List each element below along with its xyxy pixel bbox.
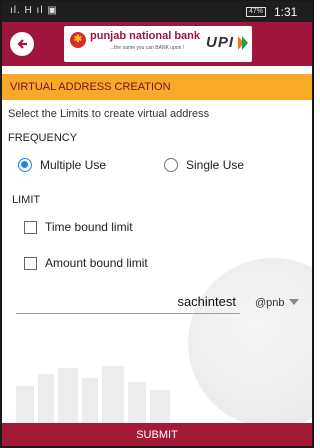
arrow-left-icon: [17, 39, 27, 49]
signal-icons: ıl. H ıl ▣: [10, 5, 58, 16]
battery-indicator: 47%: [246, 7, 266, 17]
checkbox-time-bound[interactable]: Time bound limit: [24, 220, 133, 234]
checkbox-amount-bound[interactable]: Amount bound limit: [24, 256, 148, 270]
submit-button[interactable]: SUBMIT: [2, 423, 312, 446]
brand-name: punjab national bank: [90, 30, 201, 42]
globe-watermark: [188, 258, 312, 428]
radio-label: Single Use: [186, 158, 245, 172]
upi-arrows-icon: [238, 36, 248, 50]
app-frame: ıl. H ıl ▣ 47% 1:31 PM ✱ punjab national…: [0, 0, 314, 448]
radio-label: Multiple Use: [40, 158, 107, 172]
instruction-text: Select the Limits to create virtual addr…: [8, 108, 210, 120]
limit-label: LIMIT: [12, 194, 41, 206]
skyline-watermark: [16, 362, 186, 426]
pnb-emblem-icon: ✱: [70, 32, 86, 48]
triangle-down-icon[interactable]: [289, 299, 299, 305]
radio-button-checked[interactable]: [18, 158, 32, 172]
brand-tagline: ...the name you can BANK upon !: [110, 45, 185, 51]
clock-time: 1:31: [274, 5, 298, 19]
bank-logo: ✱ punjab national bank ...the name you c…: [64, 26, 252, 62]
checkbox-label: Amount bound limit: [45, 256, 148, 270]
back-button[interactable]: [10, 32, 34, 56]
radio-single-use[interactable]: Single Use: [164, 158, 244, 172]
upi-logo: UPI: [206, 34, 235, 51]
checkbox[interactable]: [24, 256, 37, 270]
radio-button-unchecked[interactable]: [164, 158, 178, 172]
vpa-domain-select[interactable]: @pnb: [255, 297, 285, 309]
checkbox-label: Time bound limit: [45, 220, 133, 234]
frequency-label: FREQUENCY: [8, 132, 78, 144]
vpa-input[interactable]: sachintest: [16, 292, 240, 314]
app-header: ✱ punjab national bank ...the name you c…: [2, 22, 312, 66]
status-bar: ıl. H ıl ▣ 47% 1:31 PM: [2, 2, 312, 32]
radio-multiple-use[interactable]: Multiple Use: [18, 158, 106, 172]
section-title: VIRTUAL ADDRESS CREATION: [2, 74, 312, 100]
checkbox[interactable]: [24, 220, 37, 234]
